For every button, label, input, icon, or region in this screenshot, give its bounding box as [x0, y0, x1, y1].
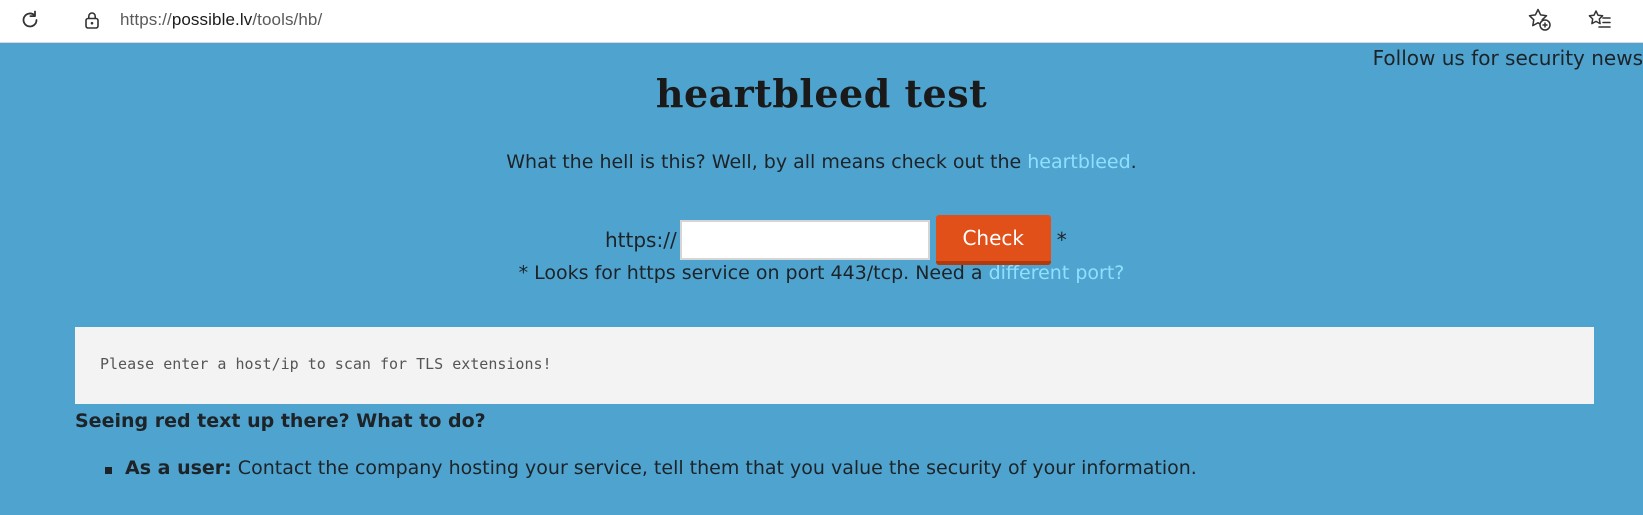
intro-paragraph: What the hell is this? Well, by all mean…: [0, 151, 1643, 173]
star-plus-icon: [1527, 7, 1551, 35]
intro-text: What the hell is this? Well, by all mean…: [506, 151, 1028, 173]
port-note-text: * Looks for https service on port 443/tc…: [518, 262, 989, 284]
url-host: possible.lv: [171, 10, 253, 29]
scan-form: https:// Check *: [605, 215, 1067, 265]
follow-link[interactable]: Follow us for security news: [1373, 46, 1643, 70]
reload-icon: [19, 9, 41, 35]
check-button[interactable]: Check: [935, 215, 1051, 265]
list-item: As a user: Contact the company hosting y…: [75, 457, 1197, 479]
page-content: Follow us for security news heartbleed t…: [0, 43, 1643, 515]
lock-icon[interactable]: [82, 10, 102, 30]
result-message: Please enter a host/ip to scan for TLS e…: [100, 355, 552, 373]
section-heading: Seeing red text up there? What to do?: [75, 410, 486, 432]
host-input[interactable]: [679, 220, 930, 260]
url-path: /tools/hb/: [252, 10, 323, 29]
https-prefix-label: https://: [605, 228, 677, 252]
url-text[interactable]: https://possible.lv/tools/hb/: [120, 10, 322, 30]
different-port-link[interactable]: different port?: [989, 262, 1125, 284]
intro-suffix: .: [1130, 151, 1137, 173]
bullet-icon: [105, 467, 112, 474]
url-scheme: https://: [120, 10, 172, 29]
footnote-asterisk: *: [1056, 228, 1067, 252]
reload-button[interactable]: [14, 6, 46, 38]
favorites-list-icon: [1588, 9, 1612, 35]
heartbleed-link[interactable]: heartbleed: [1027, 151, 1130, 173]
advice-text: Contact the company hosting your service…: [231, 457, 1197, 479]
advice-role: As a user:: [125, 457, 232, 479]
browser-toolbar: https://possible.lv/tools/hb/: [0, 0, 1643, 43]
port-note: * Looks for https service on port 443/tc…: [0, 262, 1643, 284]
favorites-button[interactable]: [1584, 6, 1616, 38]
add-favorite-button[interactable]: [1526, 8, 1552, 34]
result-box: Please enter a host/ip to scan for TLS e…: [75, 327, 1594, 404]
page-title: heartbleed test: [655, 71, 988, 116]
address-bar[interactable]: https://possible.lv/tools/hb/: [64, 2, 1564, 38]
advice-list: As a user: Contact the company hosting y…: [75, 457, 1197, 479]
